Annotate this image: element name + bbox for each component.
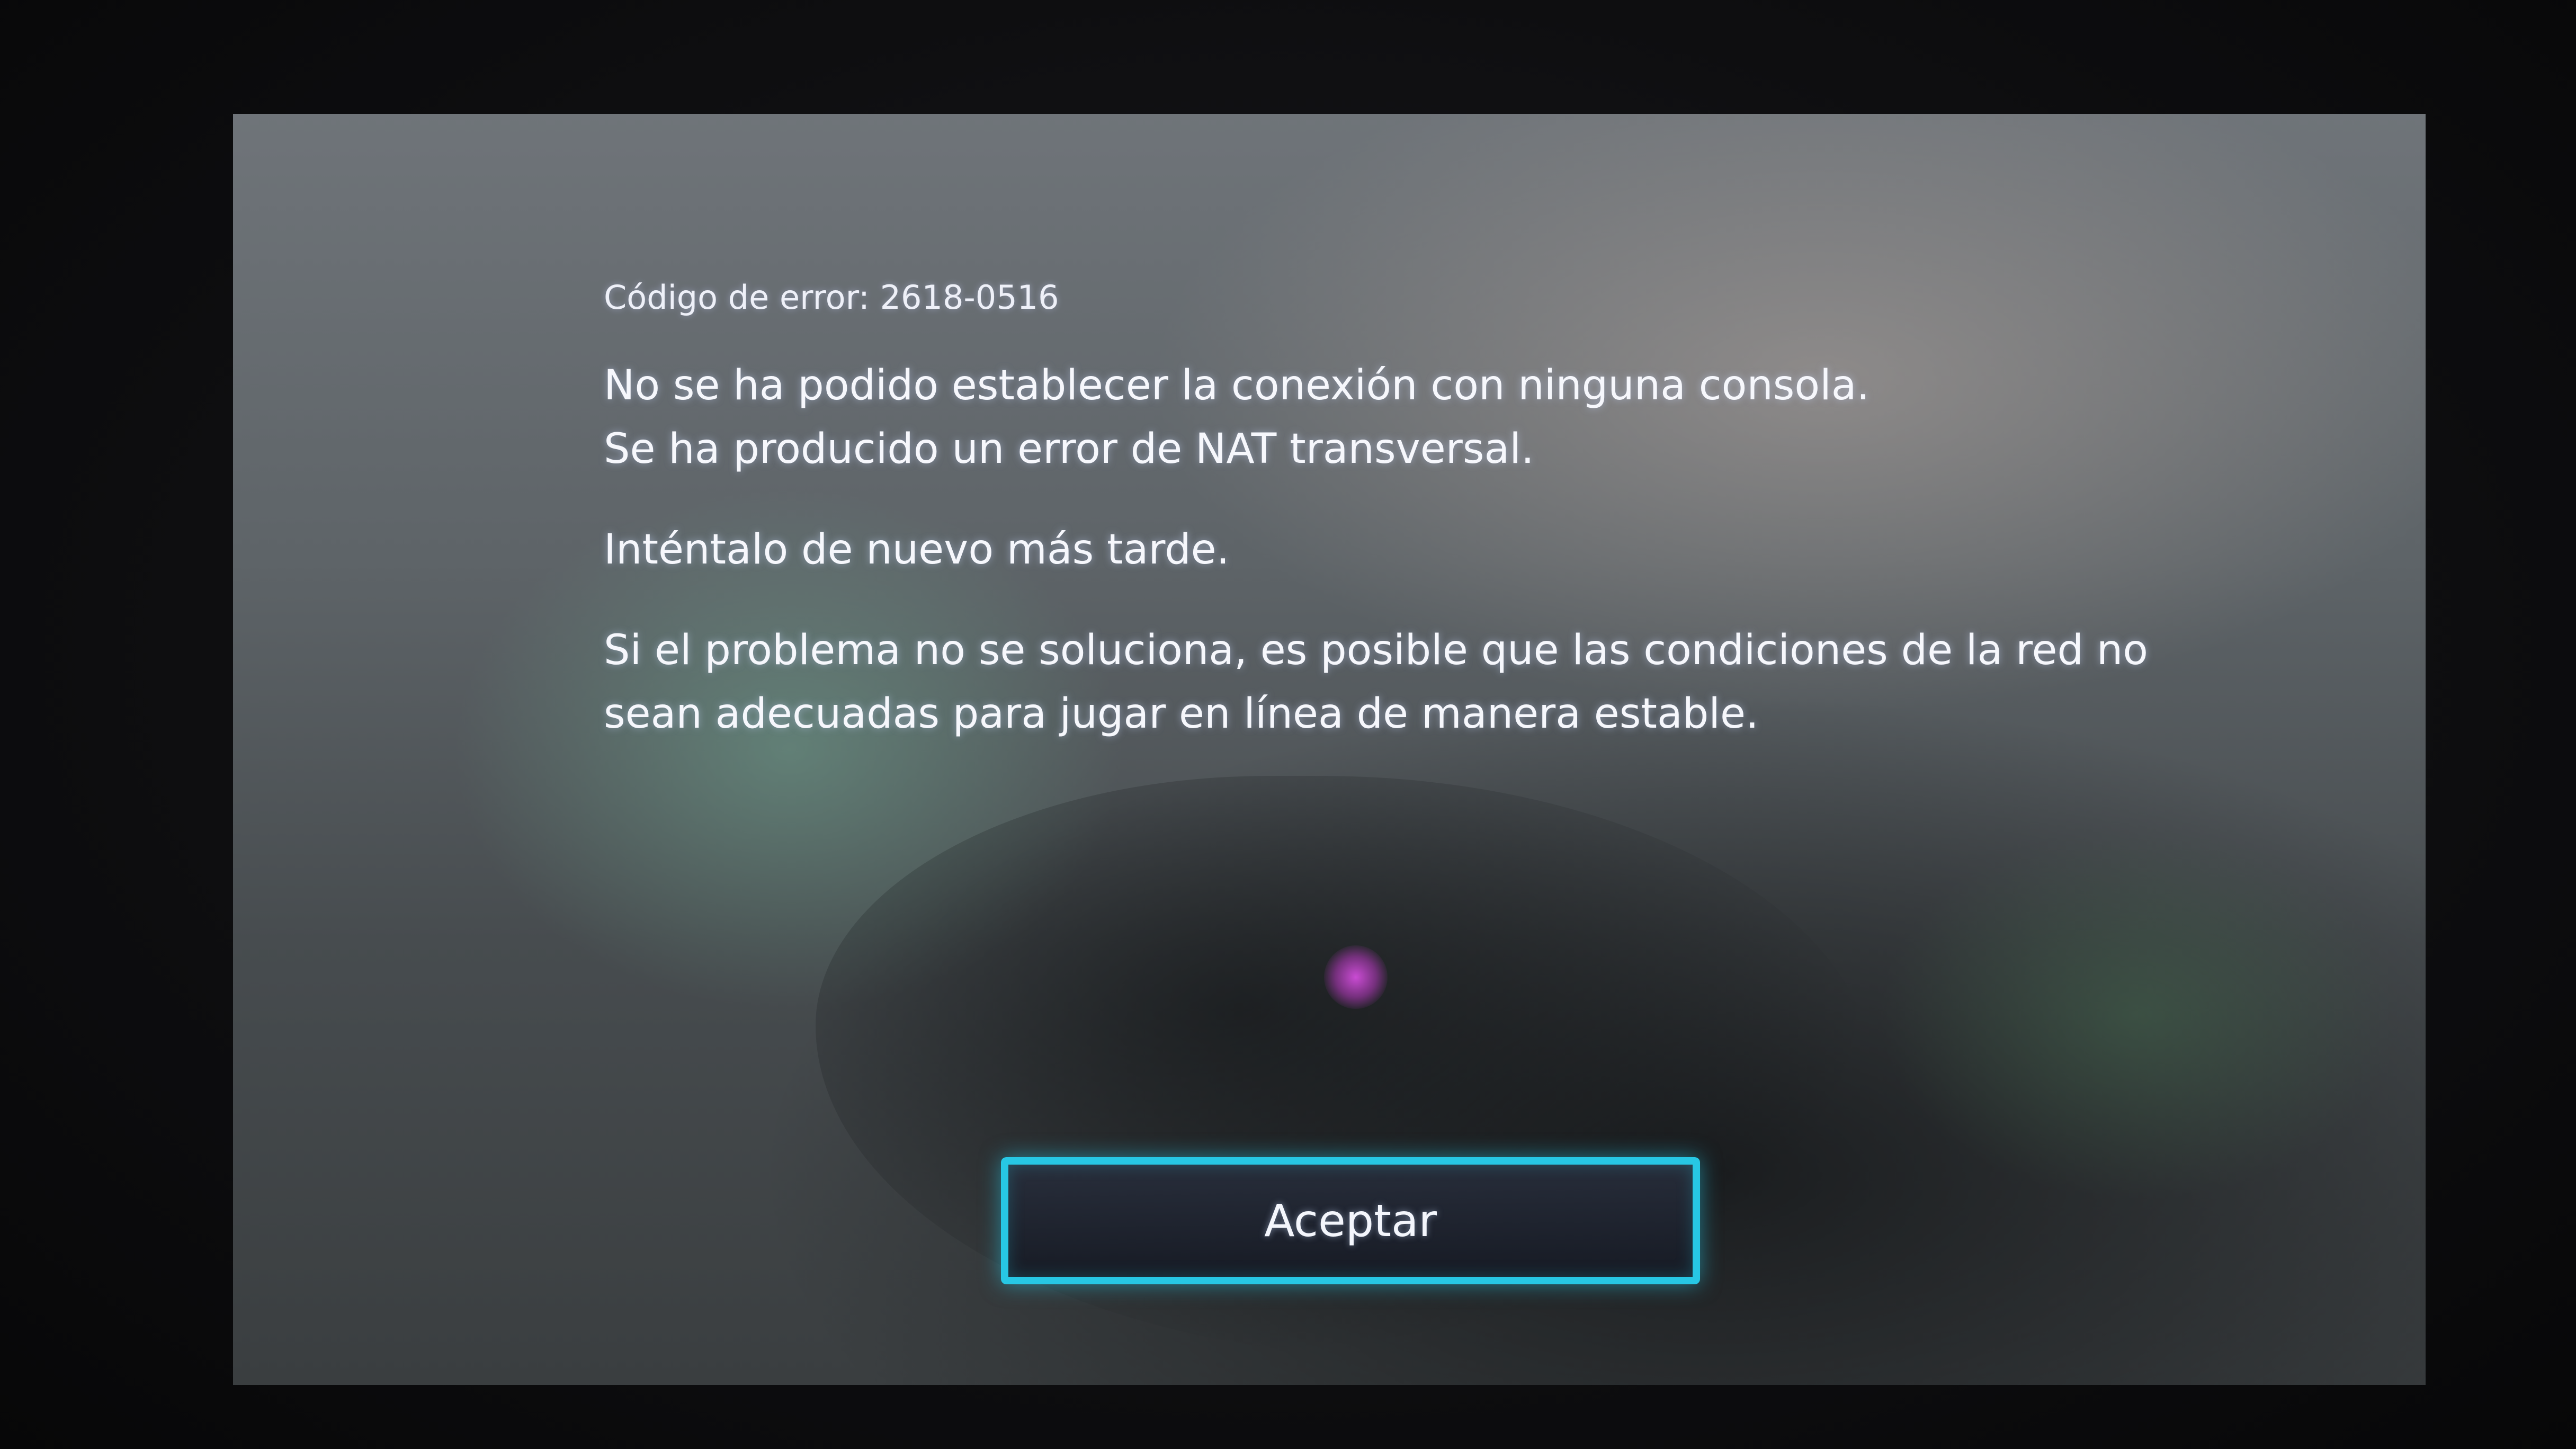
error-message: No se ha podido establecer la conexión c…	[604, 354, 2246, 481]
error-code-text: Código de error: 2618-0516	[604, 278, 1059, 317]
light-glare	[1324, 945, 1388, 1009]
hint-line-2: sean adecuadas para jugar en línea de ma…	[604, 690, 1759, 738]
retry-text: Inténtalo de nuevo más tarde.	[604, 526, 1230, 574]
hint-message: Si el problema no se soluciona, es posib…	[604, 619, 2246, 746]
retry-message: Inténtalo de nuevo más tarde.	[604, 518, 2246, 582]
error-message-line-1: No se ha podido establecer la conexión c…	[604, 362, 1870, 409]
hint-line-1: Si el problema no se soluciona, es posib…	[604, 627, 2148, 674]
console-screen: Código de error: 2618-0516 No se ha podi…	[233, 114, 2426, 1385]
error-message-line-2: Se ha producido un error de NAT transver…	[604, 425, 1534, 473]
error-dialog: Código de error: 2618-0516 No se ha podi…	[604, 278, 2246, 783]
accept-button-label: Aceptar	[1264, 1195, 1437, 1247]
accept-button[interactable]: Aceptar	[1001, 1157, 1700, 1284]
